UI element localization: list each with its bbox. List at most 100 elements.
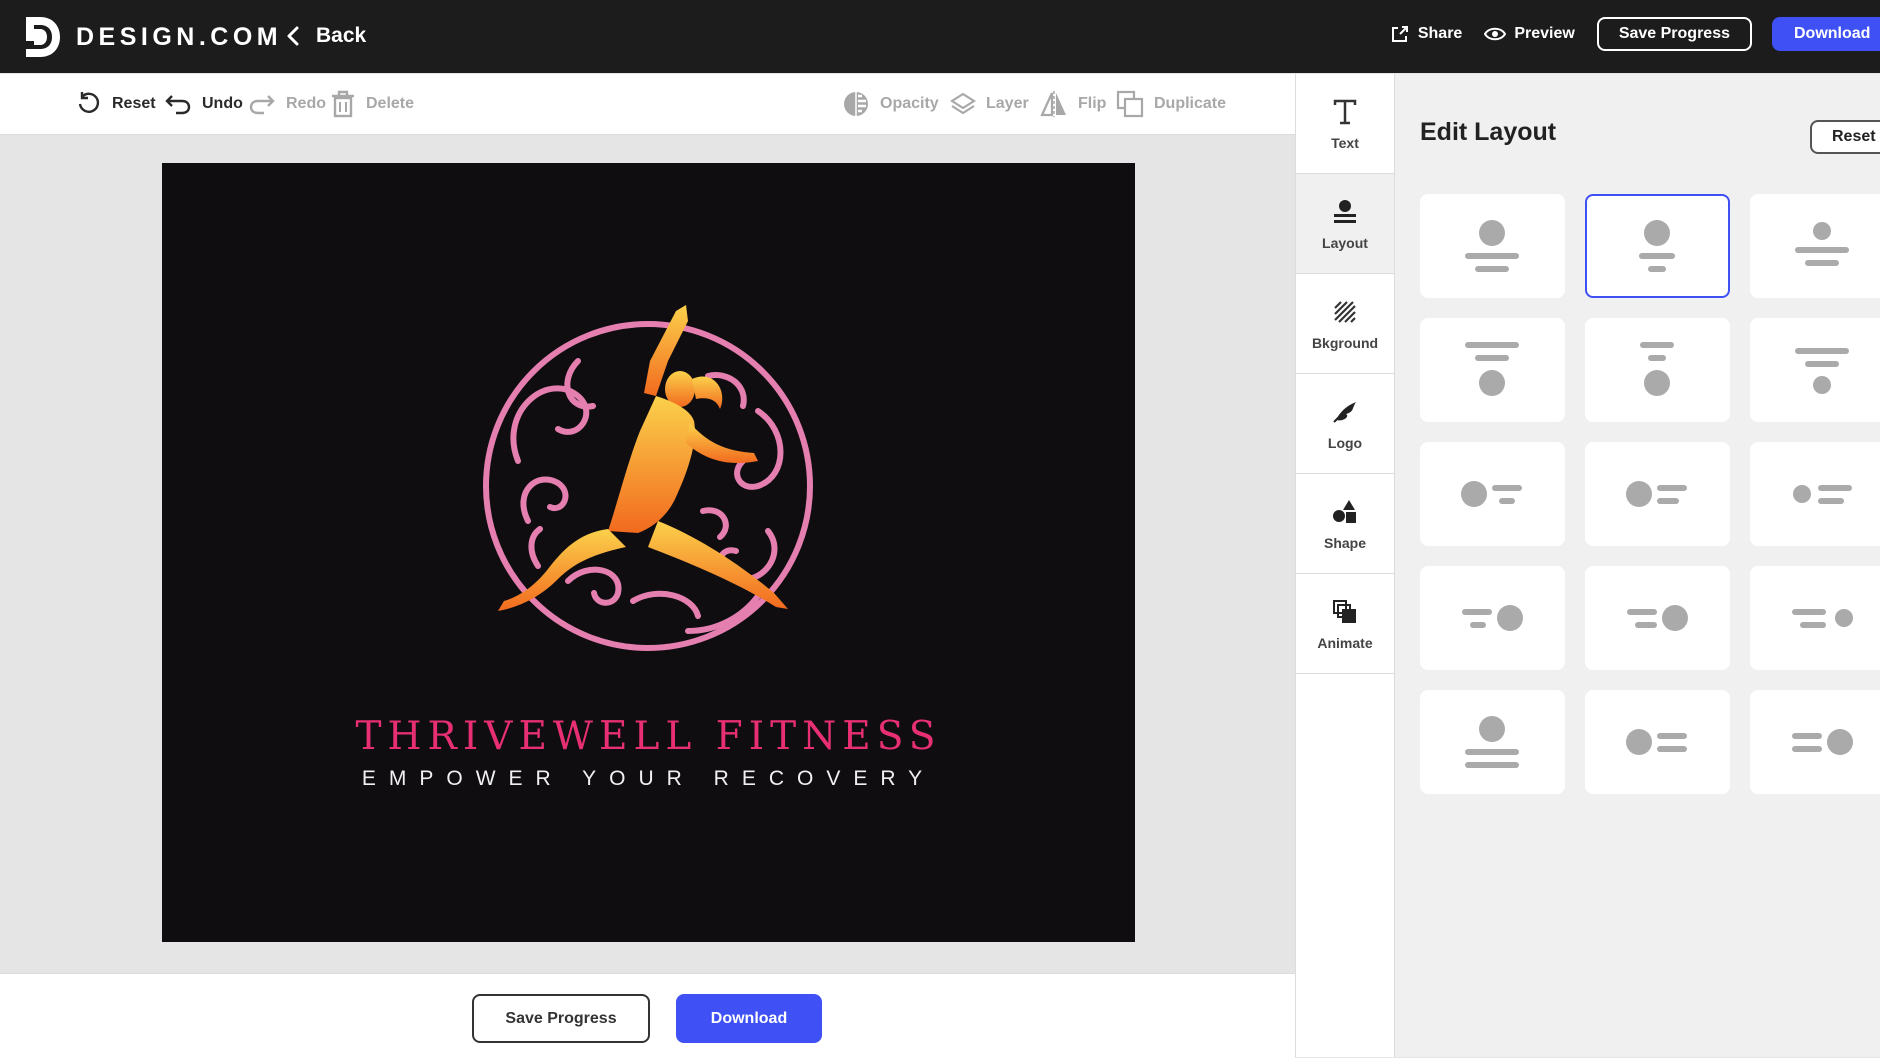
layout-text-above-small-icon bbox=[1795, 348, 1849, 394]
layout-option-6[interactable] bbox=[1750, 318, 1880, 422]
redo-icon bbox=[249, 95, 275, 115]
rail-label-layout: Layout bbox=[1322, 234, 1368, 251]
logo-title-text[interactable]: THRIVEWELL FITNESS bbox=[162, 714, 1135, 759]
panel-title: Edit Layout bbox=[1420, 118, 1557, 146]
layout-option-11[interactable] bbox=[1585, 566, 1730, 670]
layout-stacked-bold-icon bbox=[1465, 716, 1519, 768]
rail-item-logo[interactable]: Logo bbox=[1296, 374, 1394, 474]
layout-option-15[interactable] bbox=[1750, 690, 1880, 794]
rail-item-animate[interactable]: Animate bbox=[1296, 574, 1394, 674]
save-progress-button[interactable]: Save Progress bbox=[1596, 17, 1752, 51]
layout-stacked-compact-icon bbox=[1639, 220, 1675, 272]
layout-icon-left-icon bbox=[1461, 481, 1522, 507]
reset-icon bbox=[78, 92, 100, 113]
redo-label: Redo bbox=[286, 95, 326, 112]
animate-icon bbox=[1333, 599, 1356, 623]
layers-icon bbox=[950, 92, 976, 115]
canvas-area: THRIVEWELL FITNESS EMPOWER YOUR RECOVERY bbox=[0, 135, 1295, 973]
layout-text-above-compact-icon bbox=[1640, 342, 1674, 396]
rail-item-shape[interactable]: Shape bbox=[1296, 474, 1394, 574]
chevron-left-icon bbox=[287, 26, 299, 46]
layout-icon-left-compact-icon bbox=[1626, 481, 1687, 507]
layout-icon-right-bold-icon bbox=[1792, 729, 1853, 755]
reset-tool[interactable]: Reset bbox=[76, 74, 156, 134]
download-button[interactable]: Download bbox=[1772, 17, 1880, 51]
opacity-label: Opacity bbox=[880, 95, 939, 112]
logo-artboard[interactable]: THRIVEWELL FITNESS EMPOWER YOUR RECOVERY bbox=[162, 163, 1135, 942]
rail-label-background: Bkground bbox=[1311, 334, 1379, 351]
layout-option-5[interactable] bbox=[1585, 318, 1730, 422]
tool-rail: Text Layout Bkground Logo Shape Animate bbox=[1295, 74, 1395, 1057]
footer-download-button[interactable]: Download bbox=[676, 994, 822, 1043]
duplicate-label: Duplicate bbox=[1154, 95, 1227, 112]
layout-option-9[interactable] bbox=[1750, 442, 1880, 546]
layout-stacked-small-icon bbox=[1795, 222, 1849, 266]
shape-icon bbox=[1333, 499, 1356, 523]
layout-option-13[interactable] bbox=[1420, 690, 1565, 794]
bottom-bar: Save Progress Download bbox=[0, 973, 1295, 1058]
rail-label-shape: Shape bbox=[1323, 534, 1366, 551]
brand[interactable]: DESIGN.COM bbox=[22, 10, 282, 64]
rail-item-text[interactable]: Text bbox=[1296, 74, 1394, 174]
layout-option-1[interactable] bbox=[1420, 194, 1565, 298]
background-icon bbox=[1334, 300, 1356, 323]
rail-label-text: Text bbox=[1331, 134, 1359, 151]
logo-tagline-text[interactable]: EMPOWER YOUR RECOVERY bbox=[162, 767, 1135, 791]
layout-icon-left-bold-icon bbox=[1626, 729, 1687, 755]
undo-tool[interactable]: Undo bbox=[164, 74, 243, 134]
share-icon bbox=[1391, 26, 1408, 42]
layout-option-14[interactable] bbox=[1585, 690, 1730, 794]
back-label: Back bbox=[316, 24, 367, 47]
preview-button[interactable]: Preview bbox=[1484, 25, 1575, 43]
eye-icon bbox=[1484, 27, 1507, 41]
layout-stacked-wide-icon bbox=[1465, 220, 1519, 272]
back-button[interactable]: Back bbox=[286, 18, 366, 54]
opacity-tool[interactable]: Opacity bbox=[842, 74, 939, 134]
layout-icon-right-icon bbox=[1462, 605, 1523, 631]
duplicate-tool[interactable]: Duplicate bbox=[1116, 74, 1226, 134]
layout-option-2[interactable] bbox=[1585, 194, 1730, 298]
top-bar: DESIGN.COM Back Share Preview Save Progr… bbox=[0, 0, 1880, 73]
footer-save-progress-button[interactable]: Save Progress bbox=[472, 994, 650, 1043]
reset-label: Reset bbox=[112, 95, 156, 112]
delete-label: Delete bbox=[366, 95, 415, 112]
rail-label-logo: Logo bbox=[1327, 434, 1363, 451]
brand-name: DESIGN.COM bbox=[76, 22, 283, 51]
undo-icon bbox=[165, 95, 191, 115]
layout-option-7[interactable] bbox=[1420, 442, 1565, 546]
share-label: Share bbox=[1417, 25, 1463, 42]
flip-icon bbox=[1040, 91, 1066, 117]
preview-label: Preview bbox=[1514, 25, 1575, 42]
fitness-emblem-icon[interactable] bbox=[458, 301, 838, 681]
layout-text-above-wide-icon bbox=[1465, 342, 1519, 396]
share-button[interactable]: Share bbox=[1390, 24, 1462, 44]
layout-icon-right-compact-icon bbox=[1627, 605, 1688, 631]
undo-label: Undo bbox=[202, 95, 243, 112]
design-com-logo-icon bbox=[26, 17, 60, 57]
flip-label: Flip bbox=[1078, 95, 1107, 112]
text-icon bbox=[1333, 99, 1357, 124]
layout-option-12[interactable] bbox=[1750, 566, 1880, 670]
duplicate-icon bbox=[1116, 90, 1144, 118]
edit-toolbar: Reset Undo Redo Delete Opacity Layer Fli… bbox=[0, 74, 1295, 135]
delete-tool[interactable]: Delete bbox=[330, 74, 414, 134]
layout-icon-right-small-icon bbox=[1792, 609, 1853, 628]
redo-tool[interactable]: Redo bbox=[248, 74, 326, 134]
panel-reset-button[interactable]: Reset bbox=[1810, 120, 1880, 154]
rail-label-animate: Animate bbox=[1317, 634, 1373, 651]
trash-icon bbox=[332, 90, 354, 118]
layout-icon-left-small-icon bbox=[1793, 485, 1852, 504]
logo-icon bbox=[1333, 401, 1356, 423]
rail-item-background[interactable]: Bkground bbox=[1296, 274, 1394, 374]
edit-layout-panel: Edit Layout bbox=[1395, 74, 1880, 1057]
layout-option-10[interactable] bbox=[1420, 566, 1565, 670]
flip-tool[interactable]: Flip bbox=[1040, 74, 1106, 134]
layout-option-4[interactable] bbox=[1420, 318, 1565, 422]
layout-option-3[interactable] bbox=[1750, 194, 1880, 298]
layout-icon bbox=[1334, 199, 1356, 223]
layout-option-8[interactable] bbox=[1585, 442, 1730, 546]
layer-tool[interactable]: Layer bbox=[950, 74, 1029, 134]
layer-label: Layer bbox=[986, 95, 1029, 112]
rail-item-layout[interactable]: Layout bbox=[1296, 174, 1394, 274]
opacity-icon bbox=[844, 92, 868, 116]
